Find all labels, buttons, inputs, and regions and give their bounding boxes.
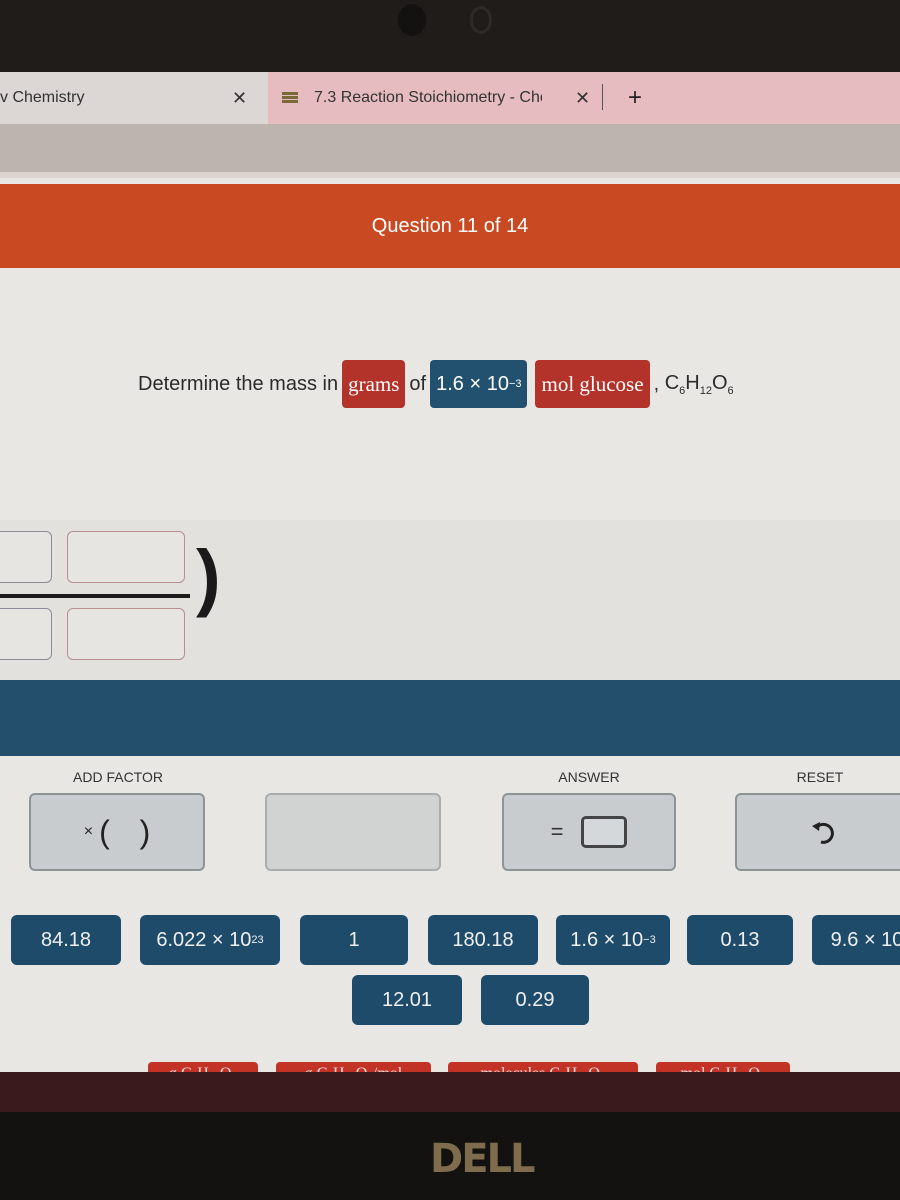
unit-tile[interactable]: molecules C₆H₁₂O₆ [448,1062,638,1072]
given-amount-chip: 1.6 × 10 −3 [430,360,528,408]
add-factor-button[interactable]: ×( ) [29,793,205,871]
number-tile[interactable]: 1 [300,915,408,965]
factor-denominator-slot[interactable] [67,608,185,660]
number-tile[interactable]: 1.6 × 10 −3 [556,915,670,965]
amount-exponent: −3 [508,378,522,390]
screen: v Chemistry ✕ 7.3 Reaction Stoichiometry… [0,72,900,1072]
dell-logo: DELL [430,1136,536,1182]
prompt-comma: , [653,372,660,395]
number-tile[interactable]: 6.022 × 10 23 [140,915,280,965]
given-unit-chip: mol glucose [535,360,650,408]
prompt-text: Determine the mass in [138,372,339,395]
answer-icon: = [551,816,628,848]
add-factor-label: ADD FACTOR [73,769,163,785]
answer-button[interactable]: = [502,793,676,871]
undo-arrow-icon [811,822,834,844]
empty-tool-slot [265,793,441,871]
browser-tab-chemistry[interactable]: v Chemistry ✕ [0,72,268,124]
new-tab-button[interactable]: + [628,84,642,112]
bezel-rim [0,1072,900,1112]
browser-tab-stoichiometry[interactable]: 7.3 Reaction Stoichiometry - Che ✕ + [268,72,900,124]
given-numerator-slot[interactable] [0,531,52,583]
question-prompt: Determine the mass in grams of 1.6 × 10−… [138,360,734,408]
number-tile[interactable]: 180.18 [428,915,538,965]
monitor-bezel-bottom: DELL [0,1072,900,1200]
tab-title: 7.3 Reaction Stoichiometry - Che [314,89,542,106]
reset-label: RESET [796,769,844,785]
toolbar-band [0,680,900,756]
fraction-bar [0,594,190,598]
tab-close-icon[interactable]: ✕ [575,88,590,109]
tab-separator [602,84,603,110]
unit-tile[interactable]: g C₆H₁₂O₆ [148,1062,258,1072]
prompt-of: of [409,372,427,395]
number-tile[interactable]: 12.01 [352,975,462,1025]
webcam-sensor [470,6,492,34]
factor-numerator-slot[interactable] [67,531,185,583]
unit-tile[interactable]: mol C₆H₁₂O₆ [656,1062,790,1072]
add-factor-icon: ×( ) [83,813,151,850]
tab-title: v Chemistry [0,89,85,106]
monitor-bezel-top [0,0,900,72]
webcam-lens [398,4,426,36]
browser-tab-bar: v Chemistry ✕ 7.3 Reaction Stoichiometry… [0,72,900,124]
closing-parenthesis: ) [196,535,221,618]
number-tile[interactable]: 84.18 [11,915,121,965]
book-stack-icon [282,92,298,104]
number-tile[interactable]: 0.13 [687,915,793,965]
unit-tile[interactable]: g C₆H₁₂O₆/mol [276,1062,431,1072]
glucose-formula: C6H12O6 [664,371,734,397]
question-header: Question 11 of 14 [0,184,900,268]
given-denominator-slot[interactable] [0,608,52,660]
reset-button[interactable] [735,793,900,871]
number-tile[interactable]: 0.29 [481,975,589,1025]
target-unit-chip: grams [342,360,406,408]
number-tile[interactable]: 9.6 × 10 [812,915,900,965]
tab-close-icon[interactable]: ✕ [232,88,247,109]
question-counter: Question 11 of 14 [371,214,529,237]
amount-mantissa: 1.6 × 10 [436,372,509,395]
address-bar-area [0,124,900,178]
answer-label: ANSWER [558,769,620,785]
